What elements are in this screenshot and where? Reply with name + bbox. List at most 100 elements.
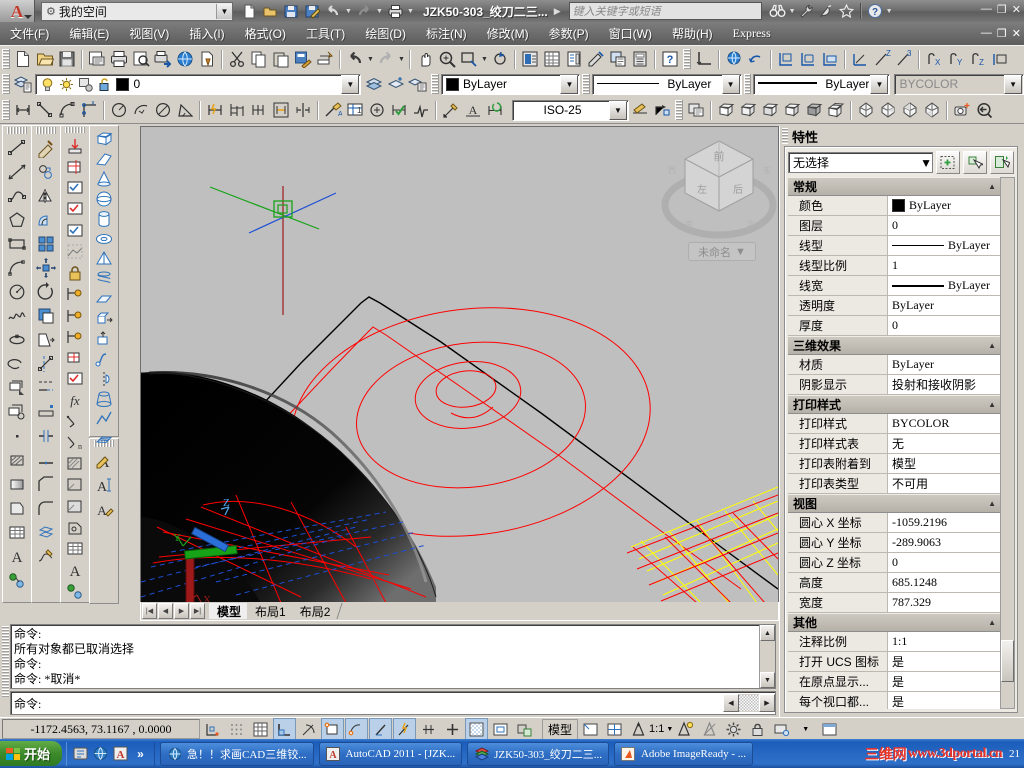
new-icon[interactable]: [239, 1, 259, 21]
dim-update-icon[interactable]: [484, 99, 506, 121]
join-icon[interactable]: [34, 448, 58, 472]
undo-dropdown-icon[interactable]: ▼: [366, 48, 375, 70]
calculator-icon[interactable]: [629, 48, 651, 70]
chevron-down-icon[interactable]: ▼: [1004, 74, 1023, 94]
property-group-header[interactable]: 视图 ▲: [788, 494, 1001, 513]
hatch-edit-icon[interactable]: [63, 453, 87, 474]
property-row[interactable]: 注释比例 1:1: [788, 632, 1001, 652]
extend-icon[interactable]: [34, 376, 58, 400]
property-row[interactable]: 每个视口都... 是: [788, 692, 1001, 709]
3d-mesh-icon[interactable]: [92, 429, 116, 449]
mirror-icon[interactable]: [34, 184, 58, 208]
property-value[interactable]: -1059.2196: [888, 513, 1001, 532]
redo-dropdown-icon[interactable]: ▼: [397, 48, 406, 70]
ducs-toggle[interactable]: [369, 718, 392, 740]
otrack-toggle[interactable]: [345, 718, 368, 740]
layer-properties-manager-icon[interactable]: [12, 73, 34, 95]
prev-tab-button[interactable]: ◀: [158, 603, 173, 619]
fillet-icon[interactable]: [34, 496, 58, 520]
menu-view[interactable]: 视图(V): [119, 23, 179, 44]
dim-baseline-icon[interactable]: [226, 99, 248, 121]
fullscreen-icon[interactable]: [818, 718, 842, 740]
table-style-icon[interactable]: [63, 538, 87, 559]
view-ne-iso-icon[interactable]: [899, 99, 921, 121]
view-nw-iso-icon[interactable]: [921, 99, 943, 121]
selectioncycling-toggle[interactable]: [489, 718, 512, 740]
construction-line-icon[interactable]: [5, 160, 29, 184]
chevron-down-icon[interactable]: ▼: [216, 3, 232, 19]
property-value[interactable]: 0: [888, 216, 1001, 235]
menu-modify[interactable]: 修改(M): [477, 23, 539, 44]
redo-icon[interactable]: [375, 48, 397, 70]
quick-select-icon[interactable]: [936, 151, 960, 174]
copy-object-icon[interactable]: [34, 160, 58, 184]
property-value[interactable]: ByLayer: [888, 236, 1001, 255]
publish-icon[interactable]: [86, 48, 108, 70]
toolbar-grip[interactable]: [2, 100, 10, 120]
dc-online-icon[interactable]: [563, 48, 585, 70]
erase-icon[interactable]: [34, 136, 58, 160]
xref-clip-icon[interactable]: [63, 241, 87, 262]
property-value[interactable]: ByLayer: [888, 296, 1001, 315]
ucs-z-axis-icon[interactable]: Z: [871, 48, 893, 70]
menu-parametric[interactable]: 参数(P): [539, 23, 599, 44]
save-icon[interactable]: [56, 48, 78, 70]
ucs-world-icon[interactable]: [723, 48, 745, 70]
dim-center-icon[interactable]: [366, 99, 388, 121]
dim-style-set2-icon[interactable]: [63, 305, 87, 326]
polar-toggle[interactable]: [297, 718, 320, 740]
text-style-icon[interactable]: A: [63, 560, 87, 581]
ortho-toggle[interactable]: [273, 718, 296, 740]
move-icon[interactable]: [34, 256, 58, 280]
insert-block-icon[interactable]: [5, 376, 29, 400]
property-row[interactable]: 打印表附着到 模型: [788, 454, 1001, 474]
cylinder-icon[interactable]: [92, 209, 116, 229]
layer-states-icon[interactable]: [408, 73, 430, 95]
annotation-monitor-toggle[interactable]: [513, 718, 536, 740]
dim-aligned-icon[interactable]: [34, 99, 56, 121]
boundary-icon[interactable]: [63, 517, 87, 538]
ucs-origin-icon[interactable]: [849, 48, 871, 70]
dbconnect-icon[interactable]: [607, 48, 629, 70]
lineweight-combo[interactable]: ByLayer ▼: [753, 73, 891, 95]
taskbar-item[interactable]: 急！！求画CAD三维铰...: [160, 741, 314, 766]
ucs-rotate-x-icon[interactable]: X: [923, 48, 945, 70]
presspull-icon[interactable]: [92, 329, 116, 349]
dim-text-edit-icon[interactable]: A: [462, 99, 484, 121]
dim-angular-icon[interactable]: [174, 99, 196, 121]
rotate-icon[interactable]: [34, 280, 58, 304]
property-group-header[interactable]: 其他 ▲: [788, 613, 1001, 632]
revcloud-icon[interactable]: [5, 304, 29, 328]
polyline-icon[interactable]: [5, 184, 29, 208]
hatch-gradient-icon[interactable]: [63, 496, 87, 517]
open-icon[interactable]: [34, 48, 56, 70]
multileader-icon[interactable]: A: [322, 99, 344, 121]
gear-icon[interactable]: [722, 718, 746, 740]
property-group-header[interactable]: 打印样式 ▲: [788, 395, 1001, 414]
doc-restore-button[interactable]: ❐: [997, 27, 1007, 40]
check-box-icon[interactable]: [63, 178, 87, 199]
undo-dropdown-icon[interactable]: ▼: [344, 1, 353, 21]
workspace-combo[interactable]: ⚙ 我的空间 ▼: [41, 1, 233, 21]
property-row[interactable]: 线型比例 1: [788, 256, 1001, 276]
plot-icon[interactable]: [385, 1, 405, 21]
menu-insert[interactable]: 插入(I): [179, 23, 234, 44]
zoom-window-icon[interactable]: [458, 48, 480, 70]
match-properties-icon[interactable]: [292, 48, 314, 70]
dim-ordinate-icon[interactable]: X: [78, 99, 100, 121]
ucs-face-icon[interactable]: [775, 48, 797, 70]
zoom-dropdown-icon[interactable]: ▼: [480, 48, 489, 70]
3d-edit-icon[interactable]: [92, 449, 116, 469]
view-se-iso-icon[interactable]: [877, 99, 899, 121]
toggle-value-icon[interactable]: [990, 151, 1014, 174]
dim-override-icon[interactable]: [651, 99, 673, 121]
command-grip[interactable]: [2, 626, 9, 698]
ucs-apply-icon[interactable]: [989, 48, 1011, 70]
extrude-icon[interactable]: [92, 309, 116, 329]
view-left-icon[interactable]: [759, 99, 781, 121]
plot-to-device-icon[interactable]: [152, 48, 174, 70]
polygon-icon[interactable]: [5, 208, 29, 232]
ucs-view-icon[interactable]: [819, 48, 841, 70]
doc-minimize-button[interactable]: ―: [981, 27, 992, 40]
chevron-down-icon[interactable]: ▼: [920, 156, 932, 170]
